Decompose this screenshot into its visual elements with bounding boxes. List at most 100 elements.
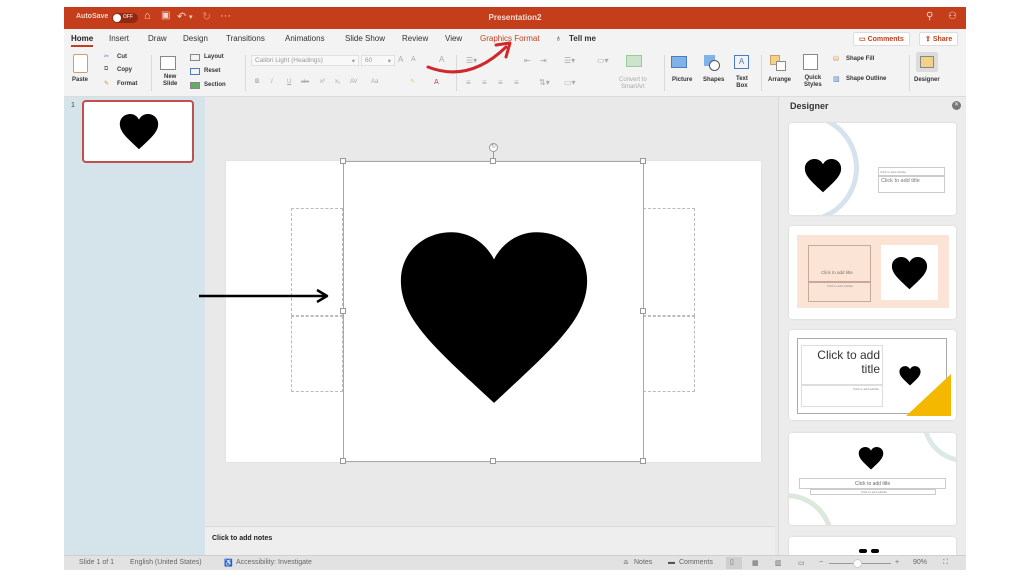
- search-icon[interactable]: ⚲: [926, 11, 933, 22]
- decrease-font-icon[interactable]: A: [411, 56, 416, 63]
- design-idea-1[interactable]: Click to add subtitle Click to add title: [789, 123, 956, 215]
- rotate-handle-icon[interactable]: ↻: [489, 143, 498, 152]
- superscript-button[interactable]: x²: [320, 79, 325, 85]
- reading-view-icon[interactable]: ▥: [775, 559, 782, 567]
- copy-button[interactable]: Copy: [117, 67, 132, 73]
- share-button[interactable]: ⇪ Share: [919, 32, 959, 46]
- design-idea-2[interactable]: Click to add title Click to add subtitle: [789, 226, 956, 319]
- resize-handle[interactable]: [490, 458, 496, 464]
- font-size-select[interactable]: 60 ▾: [361, 55, 395, 66]
- title-line-1: Click to add: [817, 348, 880, 362]
- decrease-indent-icon[interactable]: ⇤: [524, 56, 531, 65]
- shape-fill-button[interactable]: Shape Fill: [846, 56, 874, 62]
- title-placeholder-right[interactable]: [643, 208, 695, 316]
- format-painter-button[interactable]: Format: [117, 81, 137, 87]
- underline-button[interactable]: U: [287, 79, 291, 85]
- resize-handle[interactable]: [340, 158, 346, 164]
- close-icon[interactable]: ✕: [952, 101, 961, 110]
- comments-status-button[interactable]: Comments: [679, 559, 713, 566]
- quick-styles-button[interactable]: Quick Styles: [804, 75, 822, 89]
- shape-outline-button[interactable]: Shape Outline: [846, 76, 886, 82]
- resize-handle[interactable]: [640, 158, 646, 164]
- tell-me-search[interactable]: Tell me: [569, 34, 596, 43]
- red-annotation-arrow: [426, 41, 512, 74]
- zoom-out-button[interactable]: −: [819, 559, 823, 566]
- increase-font-icon[interactable]: A: [398, 55, 403, 64]
- increase-indent-icon[interactable]: ⇥: [540, 56, 547, 65]
- subscript-button[interactable]: x₂: [335, 79, 340, 85]
- comments-label: Comments: [867, 36, 904, 43]
- zoom-level[interactable]: 90%: [913, 559, 927, 566]
- fit-to-window-icon[interactable]: ⛶: [943, 559, 948, 567]
- resize-handle[interactable]: [640, 308, 646, 314]
- tab-draw[interactable]: Draw: [148, 34, 167, 43]
- change-case-button[interactable]: Aa: [371, 79, 378, 85]
- notes-placeholder[interactable]: Click to add notes: [212, 535, 272, 542]
- zoom-slider-thumb[interactable]: [852, 559, 862, 568]
- zoom-slider[interactable]: [829, 559, 891, 568]
- tab-home[interactable]: Home: [71, 34, 94, 47]
- tab-animations[interactable]: Animations: [285, 34, 325, 43]
- convert-smartart-button[interactable]: Convert to SmartArt: [619, 77, 647, 91]
- slideshow-icon[interactable]: ▭: [798, 559, 805, 567]
- selected-graphic[interactable]: [343, 161, 644, 462]
- character-spacing-button[interactable]: AV: [350, 79, 358, 85]
- highlight-icon[interactable]: ✎: [410, 78, 415, 85]
- resize-handle[interactable]: [490, 158, 496, 164]
- share-person-icon[interactable]: ⚇: [948, 11, 957, 22]
- font-size-value: 60: [365, 57, 373, 64]
- resize-handle[interactable]: [640, 458, 646, 464]
- new-slide-button[interactable]: New Slide: [163, 74, 177, 88]
- align-text-icon[interactable]: ▭▾: [564, 78, 576, 87]
- shapes-button[interactable]: Shapes: [703, 77, 724, 83]
- line-spacing-icon[interactable]: ☰▾: [564, 56, 575, 65]
- paste-icon[interactable]: [73, 54, 88, 73]
- picture-icon: [671, 56, 687, 68]
- paste-button[interactable]: Paste: [72, 77, 88, 83]
- new-slide-icon[interactable]: [160, 56, 176, 70]
- text-direction-icon[interactable]: ⇅▾: [539, 78, 550, 87]
- font-name-select[interactable]: Calibri Light (Headings) ▾: [251, 55, 359, 66]
- language[interactable]: English (United States): [130, 559, 202, 566]
- tab-transitions[interactable]: Transitions: [226, 34, 265, 43]
- title-box: Click to add title: [799, 478, 946, 489]
- zoom-in-button[interactable]: +: [895, 559, 899, 566]
- resize-handle[interactable]: [340, 308, 346, 314]
- subtitle-box: Click to add subtitle: [801, 385, 883, 407]
- slide-canvas[interactable]: ↻: [226, 143, 761, 464]
- bold-button[interactable]: B: [255, 79, 259, 85]
- strikethrough-button[interactable]: abc: [301, 79, 309, 85]
- subtitle-placeholder-right[interactable]: [643, 316, 695, 392]
- slide-sorter-icon[interactable]: ▦: [752, 559, 759, 567]
- heart-graphic[interactable]: [397, 232, 591, 407]
- italic-button[interactable]: I: [271, 79, 273, 85]
- arrange-button[interactable]: Arrange: [768, 77, 791, 83]
- cut-button[interactable]: Cut: [117, 54, 127, 60]
- textbox-button[interactable]: Text Box: [736, 76, 748, 90]
- notes-button[interactable]: Notes: [634, 559, 652, 566]
- designer-icon: [916, 52, 938, 72]
- tab-slide-show[interactable]: Slide Show: [345, 34, 385, 43]
- tab-insert[interactable]: Insert: [109, 34, 129, 43]
- design-idea-4[interactable]: Click to add title Click to add subtitle: [789, 433, 956, 525]
- comments-button[interactable]: ▭ Comments: [853, 32, 910, 46]
- accessibility-status[interactable]: Accessibility: Investigate: [236, 559, 312, 566]
- layout-button[interactable]: Layout: [204, 54, 224, 60]
- decorative-ring: [922, 433, 956, 463]
- columns-icon[interactable]: ▭▾: [597, 56, 609, 65]
- slide-thumbnail[interactable]: [82, 100, 194, 163]
- designer-button[interactable]: Designer: [914, 77, 940, 83]
- reset-button[interactable]: Reset: [204, 68, 220, 74]
- cut-icon: ✂: [104, 54, 110, 60]
- design-idea-3[interactable]: Click to add title Click to add subtitle: [789, 330, 956, 420]
- normal-view-button[interactable]: ▯: [726, 557, 742, 569]
- resize-handle[interactable]: [340, 458, 346, 464]
- section-button[interactable]: Section: [204, 82, 226, 88]
- tab-design[interactable]: Design: [183, 34, 208, 43]
- designer-title: Designer: [790, 101, 829, 111]
- notes-pane[interactable]: Click to add notes: [205, 526, 775, 555]
- subtitle-placeholder-left[interactable]: [291, 316, 343, 392]
- notes-icon: ≘: [623, 560, 629, 567]
- subtitle-text: Click to add subtitle: [827, 284, 854, 288]
- picture-button[interactable]: Picture: [672, 77, 692, 83]
